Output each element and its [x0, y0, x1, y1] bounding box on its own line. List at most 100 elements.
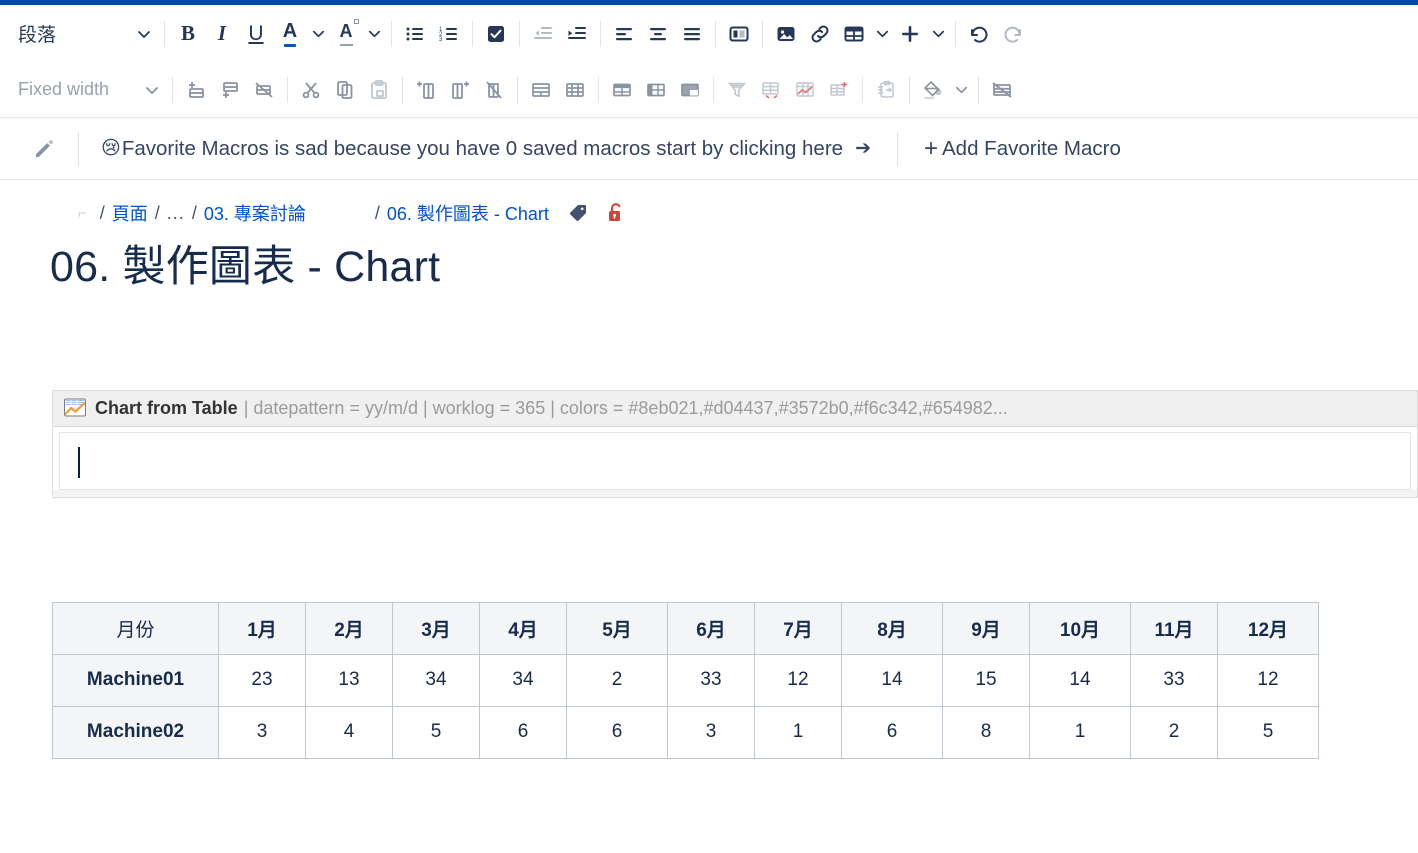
monthly-machine-table[interactable]: 月份 1月 2月 3月 4月 5月 6月 7月 8月 9月 10月 11月 12…	[52, 601, 1319, 759]
outdent-button[interactable]	[526, 17, 560, 51]
table-header-apr[interactable]: 4月	[479, 601, 567, 655]
underline-button[interactable]: U	[239, 17, 273, 51]
cell-background-color-button[interactable]	[916, 73, 950, 107]
add-favorite-macro-button[interactable]: + Add Favorite Macro	[924, 136, 1121, 161]
add-table-button[interactable]	[822, 73, 856, 107]
table-cell[interactable]: 14	[1029, 653, 1131, 707]
macro-box[interactable]: Chart from Table | datepattern = yy/m/d …	[52, 389, 1418, 490]
align-left-button[interactable]	[607, 17, 641, 51]
table-cell[interactable]: 6	[841, 705, 943, 759]
delete-row-button[interactable]	[247, 73, 281, 107]
table-cell[interactable]: 14	[841, 653, 943, 707]
table-header-nov[interactable]: 11月	[1130, 601, 1218, 655]
table-header-jul[interactable]: 7月	[754, 601, 842, 655]
highlight-color-button[interactable]: A	[329, 17, 363, 51]
insert-row-below-button[interactable]	[213, 73, 247, 107]
table-header-month[interactable]: 月份	[52, 601, 219, 655]
table-header-may[interactable]: 5月	[566, 601, 668, 655]
delete-column-button[interactable]	[477, 73, 511, 107]
table-cell[interactable]: 3	[667, 705, 755, 759]
table-cell[interactable]: 12	[1217, 653, 1319, 707]
page-layout-button[interactable]	[722, 17, 756, 51]
table-cell[interactable]: 23	[218, 653, 306, 707]
table-cell[interactable]: 33	[1130, 653, 1218, 707]
macro-body-editor[interactable]	[59, 431, 1411, 490]
unlock-restrictions-icon[interactable]	[605, 201, 627, 225]
table-cell[interactable]: 12	[754, 653, 842, 707]
table-cell[interactable]: 8	[942, 705, 1030, 759]
undo-button[interactable]	[962, 17, 996, 51]
table-cell[interactable]: 34	[392, 653, 480, 707]
insert-table-chevron-down-icon[interactable]	[871, 17, 893, 51]
table-cell[interactable]: 33	[667, 653, 755, 707]
chart-macro-block[interactable]: Chart from Table | datepattern = yy/m/d …	[52, 389, 1418, 498]
chart-from-table-button[interactable]	[788, 73, 822, 107]
numbered-list-button[interactable]: 1 2 3	[432, 17, 466, 51]
redo-button[interactable]	[996, 17, 1030, 51]
bold-button[interactable]: B	[171, 17, 205, 51]
page-title[interactable]: 06. 製作圖表 - Chart	[50, 242, 1418, 294]
macro-header[interactable]: Chart from Table | datepattern = yy/m/d …	[53, 390, 1417, 427]
text-color-button[interactable]: A	[273, 17, 307, 51]
breadcrumb-item-current-page[interactable]: 06. 製作圖表 - Chart	[387, 200, 549, 226]
table-transpose-button[interactable]	[754, 73, 788, 107]
table-cell[interactable]: 3	[218, 705, 306, 759]
table-cell[interactable]: 34	[479, 653, 567, 707]
table-cell[interactable]: 1	[754, 705, 842, 759]
align-center-button[interactable]	[641, 17, 675, 51]
edit-pencil-icon[interactable]	[24, 137, 64, 161]
breadcrumb-ellipsis[interactable]: ...	[167, 203, 185, 224]
indent-button[interactable]	[560, 17, 594, 51]
insert-row-above-button[interactable]	[179, 73, 213, 107]
table-cell[interactable]: 13	[305, 653, 393, 707]
table-header-jun[interactable]: 6月	[667, 601, 755, 655]
row-label-machine01[interactable]: Machine01	[52, 653, 219, 707]
table-cell[interactable]: 5	[1217, 705, 1319, 759]
italic-button[interactable]: I	[205, 17, 239, 51]
table-cell[interactable]: 15	[942, 653, 1030, 707]
align-right-button[interactable]	[675, 17, 709, 51]
table-width-select[interactable]: Fixed width	[6, 72, 166, 108]
paragraph-style-select[interactable]: 段落	[6, 16, 158, 52]
cell-background-chevron-down-icon[interactable]	[950, 73, 972, 107]
numbered-column-button[interactable]	[673, 73, 707, 107]
header-column-button[interactable]	[639, 73, 673, 107]
cut-button[interactable]	[294, 73, 328, 107]
table-cell[interactable]: 6	[479, 705, 567, 759]
insert-more-chevron-down-icon[interactable]	[927, 17, 949, 51]
table-cell[interactable]: 4	[305, 705, 393, 759]
paste-button[interactable]	[362, 73, 396, 107]
table-header-oct[interactable]: 10月	[1029, 601, 1131, 655]
table-cell[interactable]: 6	[566, 705, 668, 759]
insert-table-button[interactable]	[837, 17, 871, 51]
table-cell[interactable]: 2	[1130, 705, 1218, 759]
copy-button[interactable]	[328, 73, 362, 107]
favorite-macros-message[interactable]: 😢 Favorite Macros is sad because you hav…	[101, 137, 871, 161]
remove-table-button[interactable]	[985, 73, 1019, 107]
bulleted-list-button[interactable]	[398, 17, 432, 51]
text-color-chevron-down-icon[interactable]	[307, 17, 329, 51]
insert-link-button[interactable]	[803, 17, 837, 51]
table-header-feb[interactable]: 2月	[305, 601, 393, 655]
insert-column-right-button[interactable]	[443, 73, 477, 107]
label-tag-icon[interactable]	[567, 202, 589, 224]
highlight-chevron-down-icon[interactable]	[363, 17, 385, 51]
breadcrumb-item-pages[interactable]: 頁面	[112, 200, 148, 226]
task-list-button[interactable]	[479, 17, 513, 51]
table-header-mar[interactable]: 3月	[392, 601, 480, 655]
row-label-machine02[interactable]: Machine02	[52, 705, 219, 759]
header-row-button[interactable]	[605, 73, 639, 107]
table-filter-button[interactable]	[720, 73, 754, 107]
insert-more-button[interactable]	[893, 17, 927, 51]
table-header-jan[interactable]: 1月	[218, 601, 306, 655]
table-cell[interactable]: 1	[1029, 705, 1131, 759]
copy-table-button[interactable]	[869, 73, 903, 107]
split-cells-button[interactable]	[558, 73, 592, 107]
insert-column-left-button[interactable]	[409, 73, 443, 107]
merge-cells-button[interactable]	[524, 73, 558, 107]
table-header-sep[interactable]: 9月	[942, 601, 1030, 655]
data-table-wrapper[interactable]: 月份 1月 2月 3月 4月 5月 6月 7月 8月 9月 10月 11月 12…	[52, 601, 1418, 759]
breadcrumb-item-project-discussion[interactable]: 03. 專案討論	[204, 200, 306, 226]
table-cell[interactable]: 2	[566, 653, 668, 707]
table-header-dec[interactable]: 12月	[1217, 601, 1319, 655]
